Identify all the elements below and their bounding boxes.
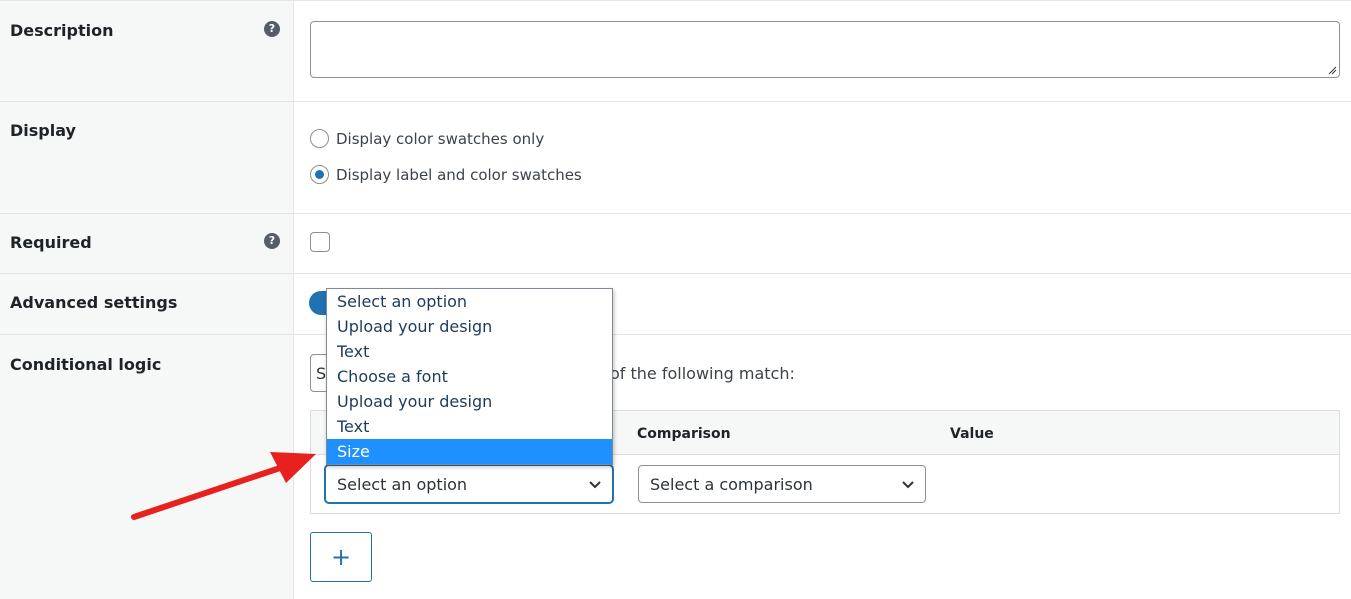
match-type-value: S xyxy=(316,364,327,383)
radio-label-and-swatches[interactable]: Display label and color swatches xyxy=(310,165,582,184)
match-description: of the following match: xyxy=(610,364,795,383)
radio-button[interactable] xyxy=(310,129,329,148)
add-rule-button[interactable]: + xyxy=(310,532,372,582)
dropdown-option[interactable]: Upload your design xyxy=(327,389,612,414)
chevron-down-icon xyxy=(589,481,601,489)
description-label: Description xyxy=(10,21,114,40)
option-dropdown-list[interactable]: Select an option Upload your design Text… xyxy=(326,288,613,465)
help-icon[interactable]: ? xyxy=(264,233,280,249)
radio-label: Display color swatches only xyxy=(336,129,545,148)
row-divider xyxy=(0,213,1351,214)
comparison-select[interactable]: Select a comparison xyxy=(638,465,926,503)
required-checkbox[interactable] xyxy=(310,232,330,252)
required-label: Required xyxy=(10,233,92,252)
dropdown-option[interactable]: Upload your design xyxy=(327,314,612,339)
advanced-settings-label: Advanced settings xyxy=(10,293,178,312)
description-textarea[interactable] xyxy=(310,21,1340,78)
column-header-value: Value xyxy=(950,426,994,442)
help-icon[interactable]: ? xyxy=(264,21,280,37)
radio-label: Display label and color swatches xyxy=(336,165,582,184)
conditional-logic-label: Conditional logic xyxy=(10,355,162,374)
row-divider xyxy=(0,273,1351,274)
radio-button-checked[interactable] xyxy=(310,165,329,184)
dropdown-option[interactable]: Select an option xyxy=(327,289,612,314)
radio-swatches-only[interactable]: Display color swatches only xyxy=(310,129,544,148)
row-divider xyxy=(0,334,1351,335)
chevron-down-icon xyxy=(902,481,914,489)
display-label: Display xyxy=(10,121,76,140)
option-select[interactable]: Select an option xyxy=(325,465,613,503)
dropdown-option[interactable]: Text xyxy=(327,414,612,439)
option-select-value: Select an option xyxy=(337,475,468,494)
dropdown-option[interactable]: Text xyxy=(327,339,612,364)
resize-grip-icon[interactable] xyxy=(1328,66,1337,75)
annotation-arrow-icon xyxy=(131,452,316,520)
comparison-select-value: Select a comparison xyxy=(650,475,813,494)
dropdown-option-highlighted[interactable]: Size xyxy=(327,439,612,464)
dropdown-option[interactable]: Choose a font xyxy=(327,364,612,389)
column-header-comparison: Comparison xyxy=(637,426,731,442)
row-divider xyxy=(0,0,1351,1)
plus-icon: + xyxy=(330,543,352,571)
row-divider xyxy=(0,101,1351,102)
